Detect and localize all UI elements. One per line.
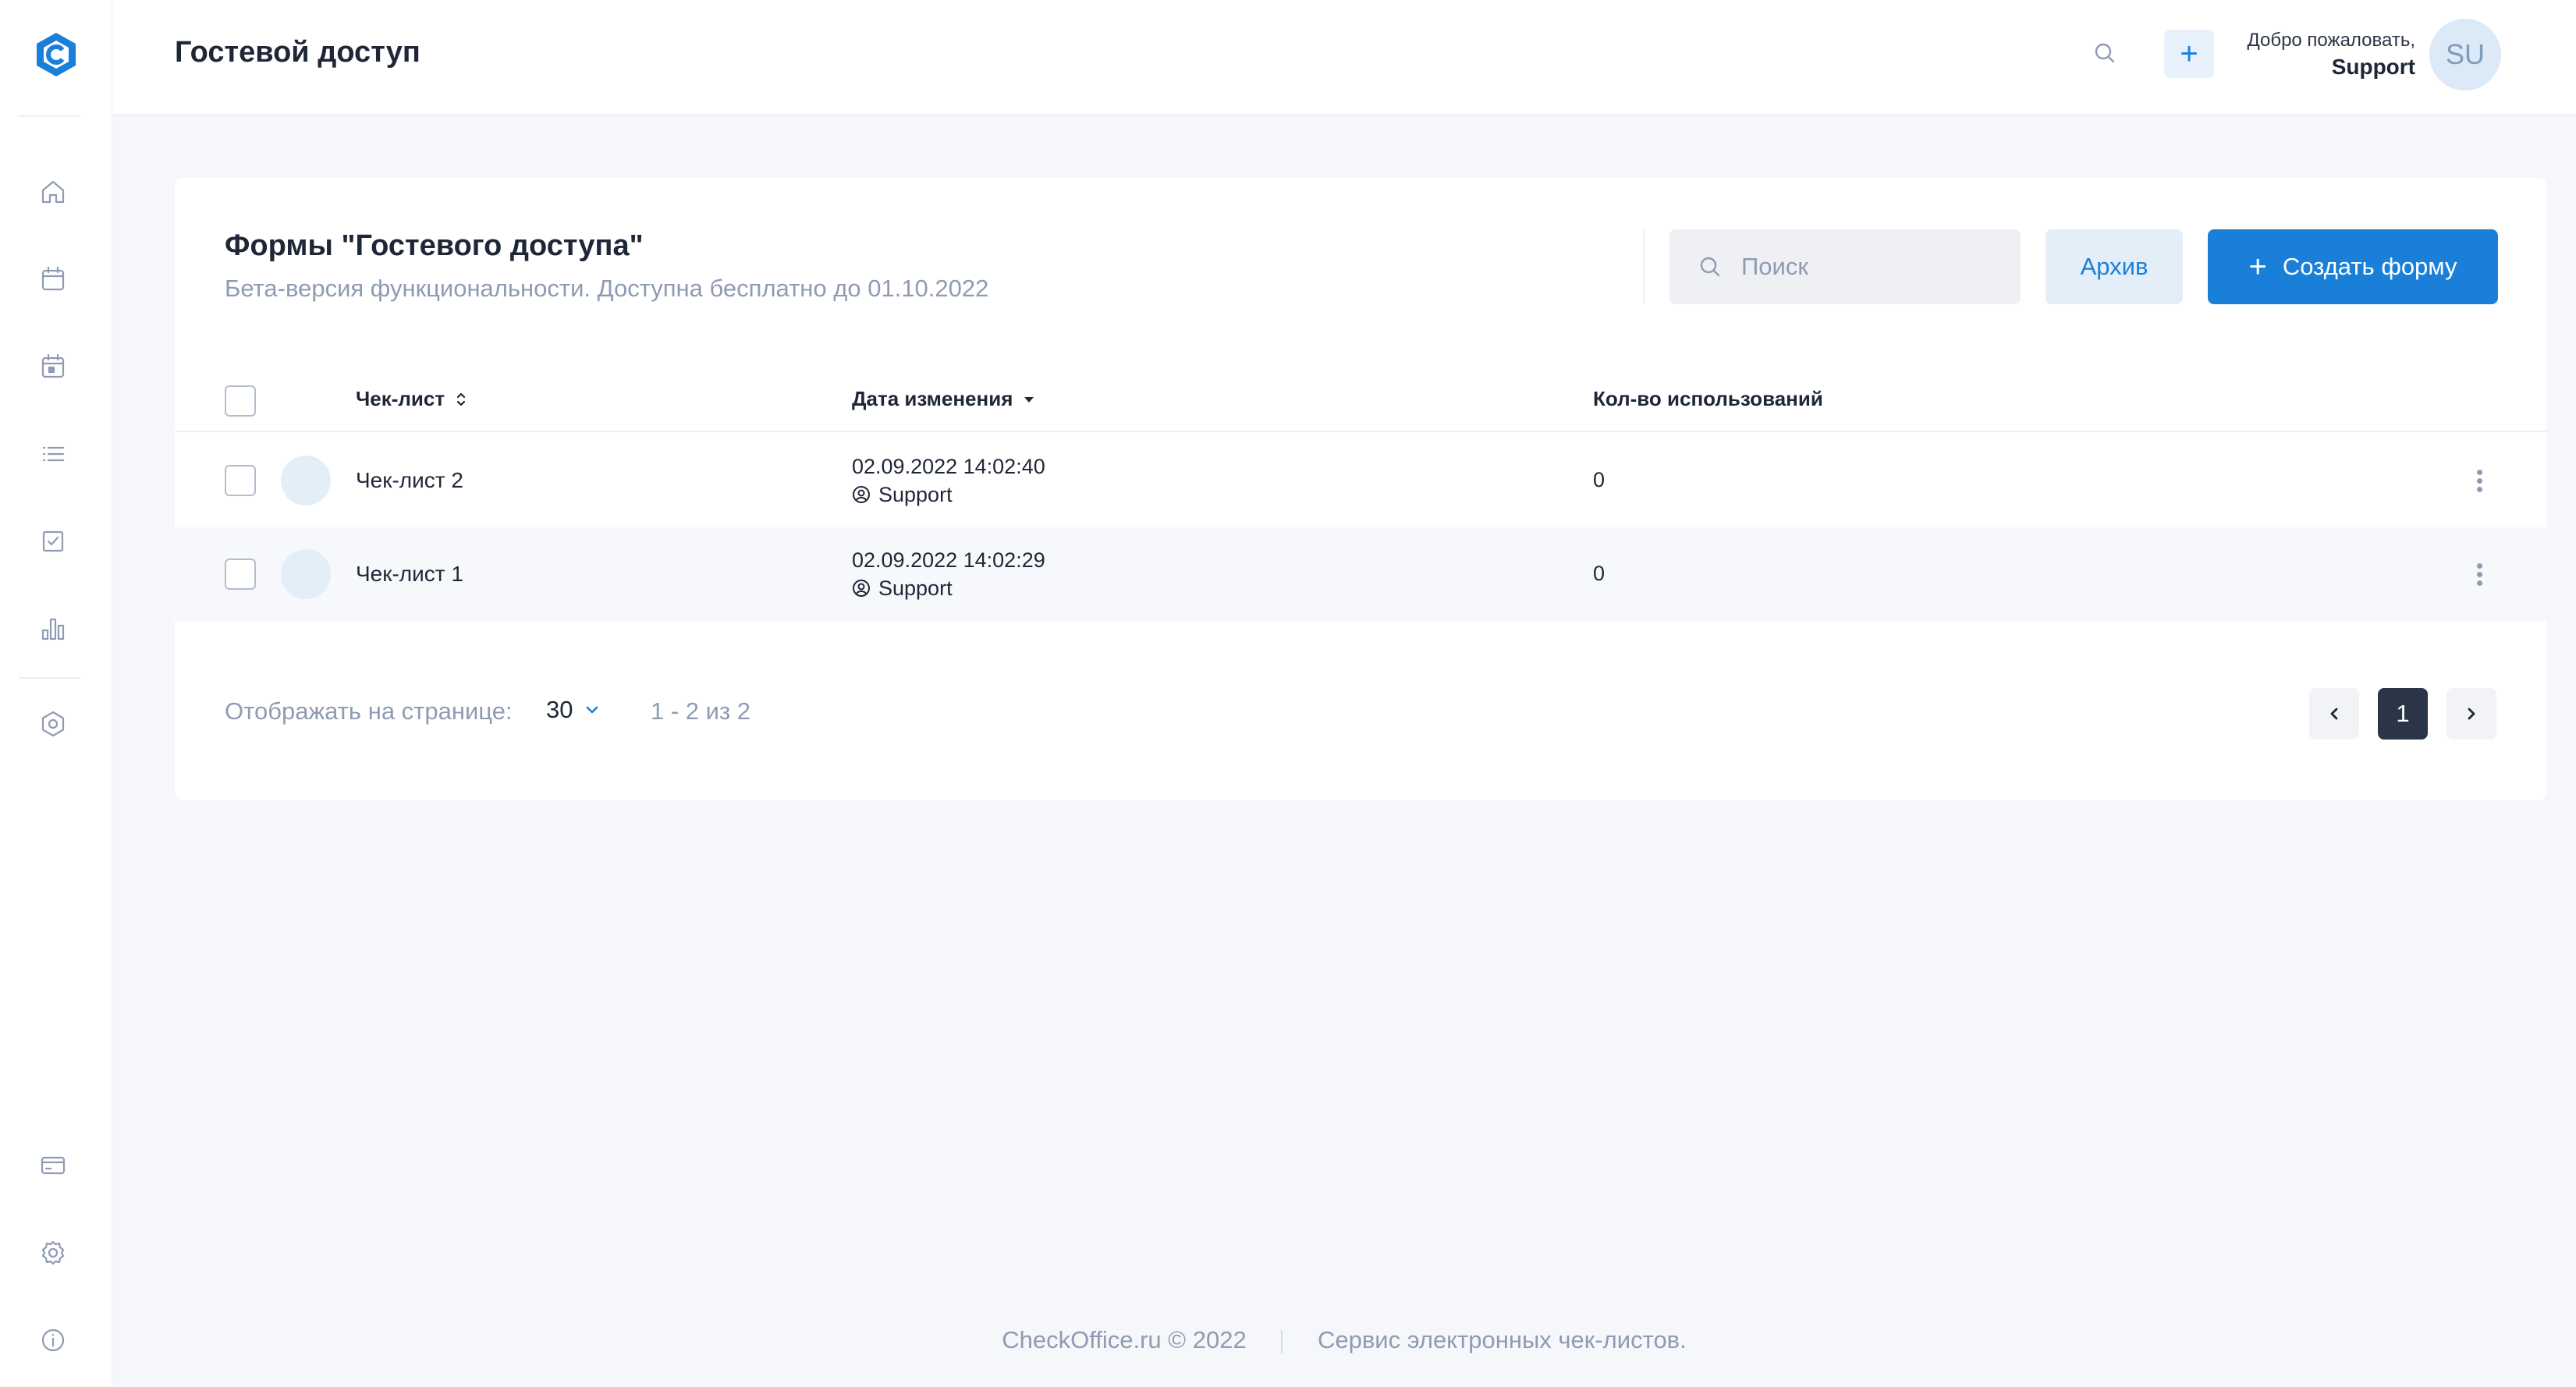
modified-info: 02.09.2022 14:02:40 Support — [852, 452, 1045, 509]
info-icon[interactable] — [36, 1323, 70, 1357]
table-header: Чек-лист Дата изменения Кол-во использов… — [175, 371, 2546, 432]
column-header-checklist[interactable]: Чек-лист — [356, 387, 470, 411]
user-icon — [853, 486, 870, 503]
modified-info: 02.09.2022 14:02:29 Support — [852, 546, 1045, 602]
card-subtitle: Бета-версия функциональности. Доступна б… — [225, 275, 989, 302]
footer: CheckOffice.ru © 2022 Сервис электронных… — [112, 1326, 2576, 1354]
create-form-button[interactable]: + Создать форму — [2208, 229, 2498, 304]
list-icon[interactable] — [36, 437, 70, 471]
modified-by: Support — [852, 481, 1045, 509]
sort-icon — [456, 392, 466, 406]
results-range: 1 - 2 из 2 — [651, 697, 751, 725]
checkbox-icon[interactable] — [36, 524, 70, 559]
checklist-name[interactable]: Чек-лист 2 — [356, 468, 463, 493]
search-icon[interactable] — [2089, 37, 2120, 69]
sort-desc-icon — [1024, 396, 1034, 403]
chevron-left-icon — [2330, 708, 2338, 720]
footer-copyright[interactable]: CheckOffice.ru © 2022 — [1002, 1326, 1246, 1353]
calendar-icon[interactable] — [36, 262, 70, 296]
column-header-date[interactable]: Дата изменения — [852, 387, 1038, 411]
modified-date: 02.09.2022 14:02:29 — [852, 548, 1045, 572]
home-icon[interactable] — [36, 175, 70, 209]
sidebar-divider — [19, 677, 81, 679]
sidebar-divider — [19, 115, 81, 117]
user-icon — [853, 580, 870, 597]
table-row[interactable]: Чек-лист 1 02.09.2022 14:02:29 Support 0 — [175, 527, 2546, 621]
column-header-label: Дата изменения — [852, 387, 1013, 410]
form-thumbnail — [281, 456, 331, 505]
search-field[interactable] — [1669, 229, 2021, 304]
quick-add-button[interactable]: + — [2164, 30, 2214, 78]
chevron-right-icon — [2468, 708, 2475, 720]
create-form-label: Создать форму — [2282, 253, 2457, 280]
row-checkbox[interactable] — [225, 465, 256, 496]
per-page-value: 30 — [546, 696, 573, 723]
per-page-select[interactable]: 30 — [546, 693, 601, 727]
modified-by: Support — [852, 574, 1045, 602]
bar-chart-icon[interactable] — [36, 612, 70, 646]
forms-card: Формы "Гостевого доступа" Бета-версия фу… — [175, 178, 2546, 800]
next-page-button[interactable] — [2446, 688, 2496, 740]
form-thumbnail — [281, 549, 331, 599]
table-row[interactable]: Чек-лист 2 02.09.2022 14:02:40 Support 0 — [175, 434, 2546, 527]
gear-icon[interactable] — [36, 1236, 70, 1270]
avatar[interactable]: SU — [2429, 19, 2501, 90]
welcome-text: Добро пожаловать, — [2247, 30, 2415, 51]
column-header-label: Чек-лист — [356, 387, 445, 410]
modified-date: 02.09.2022 14:02:40 — [852, 455, 1045, 478]
footer-tagline: Сервис электронных чек-листов. — [1317, 1326, 1687, 1353]
hexagon-settings-icon[interactable] — [36, 707, 70, 741]
row-checkbox[interactable] — [225, 559, 256, 590]
modified-by-name: Support — [878, 576, 953, 600]
username: Support — [2331, 55, 2415, 79]
archive-button[interactable]: Архив — [2046, 229, 2183, 304]
credit-card-icon[interactable] — [36, 1148, 70, 1183]
footer-divider — [1281, 1329, 1283, 1353]
logo-icon[interactable] — [31, 30, 81, 80]
per-page-label: Отображать на странице: — [225, 697, 513, 725]
checklist-name[interactable]: Чек-лист 1 — [356, 562, 463, 587]
more-options-icon[interactable] — [2461, 462, 2498, 499]
prev-page-button[interactable] — [2309, 688, 2359, 740]
page-number-button[interactable]: 1 — [2378, 688, 2428, 740]
card-title: Формы "Гостевого доступа" — [225, 229, 644, 262]
usage-count: 0 — [1593, 468, 1606, 491]
select-all-checkbox[interactable] — [225, 385, 256, 417]
usage-count: 0 — [1593, 562, 1606, 585]
sidebar — [0, 0, 112, 1387]
chevron-down-icon — [587, 706, 598, 714]
modified-by-name: Support — [878, 483, 953, 506]
top-header: Гостевой доступ + Добро пожаловать, Supp… — [112, 0, 2576, 115]
search-input[interactable] — [1741, 253, 1991, 281]
column-header-uses[interactable]: Кол-во использований — [1593, 387, 1823, 411]
more-options-icon[interactable] — [2461, 555, 2498, 593]
column-header-label: Кол-во использований — [1593, 387, 1823, 410]
search-icon — [1700, 257, 1720, 277]
page-title: Гостевой доступ — [175, 36, 420, 69]
welcome-block: Добро пожаловать, Support — [2247, 28, 2415, 81]
plus-icon: + — [2248, 250, 2267, 284]
toolbar-divider — [1643, 229, 1645, 303]
calendar-day-icon[interactable] — [36, 349, 70, 384]
